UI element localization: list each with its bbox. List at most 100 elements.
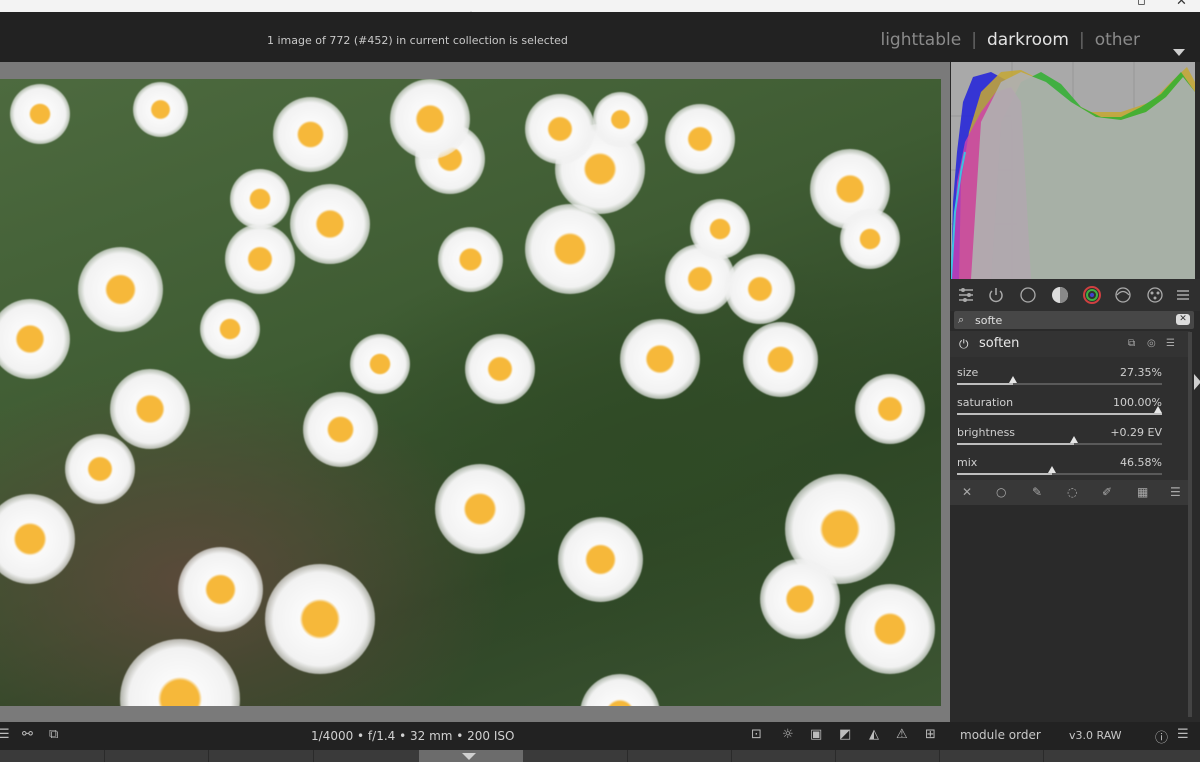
image-canvas[interactable]: [0, 62, 950, 722]
slider-fill: [957, 473, 1053, 475]
raster-mask-icon[interactable]: ▦: [1137, 485, 1148, 499]
panel-scrollbar[interactable]: [1188, 332, 1192, 717]
slider-label: size: [957, 366, 979, 379]
daisy-flower: [0, 494, 75, 584]
bottom-menu-icon[interactable]: ☰: [1177, 727, 1189, 742]
filmstrip[interactable]: [0, 750, 1200, 762]
exif-info: 1/4000 • f/1.4 • 32 mm • 200 ISO: [311, 729, 515, 743]
filmstrip-toggle-icon[interactable]: [462, 753, 476, 760]
module-power-icon[interactable]: ⏻: [959, 337, 969, 352]
view-other[interactable]: other: [1095, 30, 1140, 50]
daisy-flower: [265, 564, 375, 674]
tone-group-icon[interactable]: [1051, 286, 1069, 304]
power-group-icon[interactable]: [987, 286, 1005, 304]
search-input[interactable]: softe: [975, 314, 1002, 327]
search-icon: ⌕: [958, 313, 965, 326]
module-name: soften: [979, 336, 1020, 351]
daisy-flower: [437, 226, 503, 292]
right-panel-toggle-icon[interactable]: [1194, 374, 1200, 390]
histogram[interactable]: [951, 62, 1195, 279]
selection-status: 1 image of 772 (#452) in current collect…: [267, 34, 568, 47]
size-slider[interactable]: size 27.35%: [957, 366, 1162, 394]
filmstrip-divider: [731, 750, 732, 762]
view-darkroom[interactable]: darkroom: [987, 30, 1069, 50]
slider-track[interactable]: [957, 406, 1162, 415]
blend-menu-icon[interactable]: ☰: [1170, 485, 1181, 499]
filmstrip-divider: [627, 750, 628, 762]
softproof-icon[interactable]: ◭: [869, 727, 879, 742]
slider-thumb[interactable]: [1048, 466, 1057, 473]
drawn-parametric-mask-icon[interactable]: ✐: [1102, 485, 1112, 499]
view-lighttable[interactable]: lighttable: [880, 30, 961, 50]
slider-track[interactable]: [957, 376, 1162, 385]
slider-fill: [957, 413, 1162, 415]
filmstrip-divider: [208, 750, 209, 762]
daisy-flower: [760, 559, 840, 639]
filmstrip-divider: [939, 750, 940, 762]
quick-presets-icon[interactable]: ☰: [0, 727, 10, 742]
focus-peaking-icon[interactable]: ⊡: [751, 727, 762, 742]
daisy-flower: [10, 84, 70, 144]
effect-group-icon[interactable]: [1146, 286, 1164, 304]
slider-track[interactable]: [957, 436, 1162, 445]
slider-label: brightness: [957, 426, 1016, 439]
mask-off-icon[interactable]: ✕: [962, 485, 972, 499]
views-dropdown-icon[interactable]: [1173, 49, 1185, 56]
photo-preview[interactable]: [0, 79, 941, 706]
clear-search-icon[interactable]: ✕: [1176, 314, 1190, 325]
daisy-flower: [580, 674, 660, 706]
daisy-flower: [390, 79, 470, 159]
gamut-check-icon[interactable]: ⚠: [896, 727, 908, 742]
soften-module: ⏻ soften ⧉ ◎ ☰ size 27.35% saturation 10…: [950, 331, 1190, 505]
saturation-slider[interactable]: saturation 100.00%: [957, 396, 1162, 424]
daisy-flower: [0, 299, 70, 379]
daisy-flower: [230, 169, 290, 229]
color-group-icon[interactable]: [1083, 286, 1101, 304]
raw-overexposed-icon[interactable]: ▣: [810, 727, 822, 742]
slider-fill: [957, 443, 1074, 445]
module-order-label: module order: [960, 728, 1041, 742]
module-order-value[interactable]: v3.0 RAW: [1069, 729, 1122, 742]
slider-track[interactable]: [957, 466, 1162, 475]
multi-instance-icon[interactable]: ⧉: [1128, 338, 1135, 349]
slider-thumb[interactable]: [1009, 376, 1018, 383]
color-assessment-icon[interactable]: ☼: [782, 727, 794, 742]
base-group-icon[interactable]: [1019, 286, 1037, 304]
parametric-mask-icon[interactable]: ◌: [1067, 485, 1077, 499]
module-search[interactable]: ⌕ softe ✕: [954, 311, 1194, 329]
daisy-flower: [77, 246, 163, 332]
module-group-tabs: [950, 279, 1200, 311]
quick-access-icon[interactable]: [957, 286, 975, 304]
daisy-flower: [465, 334, 535, 404]
info-icon[interactable]: ⓘ: [1155, 727, 1168, 746]
brightness-slider[interactable]: brightness +0.29 EV: [957, 426, 1162, 454]
daisy-flower: [840, 209, 900, 269]
correct-group-icon[interactable]: [1114, 286, 1132, 304]
daisy-flower: [302, 391, 378, 467]
slider-value[interactable]: +0.29 EV: [1110, 426, 1162, 439]
daisy-flower: [620, 319, 700, 399]
top-header: 1 image of 772 (#452) in current collect…: [0, 12, 1200, 62]
maximize-icon[interactable]: ▫: [1137, 0, 1146, 9]
slider-thumb[interactable]: [1154, 406, 1162, 413]
drawn-mask-icon[interactable]: ✎: [1032, 485, 1042, 499]
daisy-flower: [350, 334, 410, 394]
daisy-flower: [120, 639, 240, 706]
slider-label: mix: [957, 456, 978, 469]
guides-icon[interactable]: ⊞: [925, 727, 936, 742]
module-header[interactable]: ⏻ soften ⧉ ◎ ☰: [950, 331, 1190, 357]
styles-icon[interactable]: ⚯: [22, 727, 33, 742]
clipping-indicator-icon[interactable]: ◩: [839, 727, 851, 742]
second-window-icon[interactable]: ⧉: [49, 727, 58, 742]
reset-icon[interactable]: ◎: [1147, 338, 1156, 349]
uniform-mask-icon[interactable]: ○: [996, 485, 1006, 499]
presets-menu-icon[interactable]: [1174, 286, 1192, 304]
view-separator: |: [1078, 30, 1085, 50]
slider-thumb[interactable]: [1069, 436, 1078, 443]
module-presets-icon[interactable]: ☰: [1166, 338, 1175, 349]
slider-value[interactable]: 27.35%: [1120, 366, 1162, 379]
daisy-flower: [177, 546, 263, 632]
close-icon[interactable]: ✕: [1176, 0, 1187, 9]
view-separator: |: [971, 30, 977, 50]
slider-value[interactable]: 46.58%: [1120, 456, 1162, 469]
